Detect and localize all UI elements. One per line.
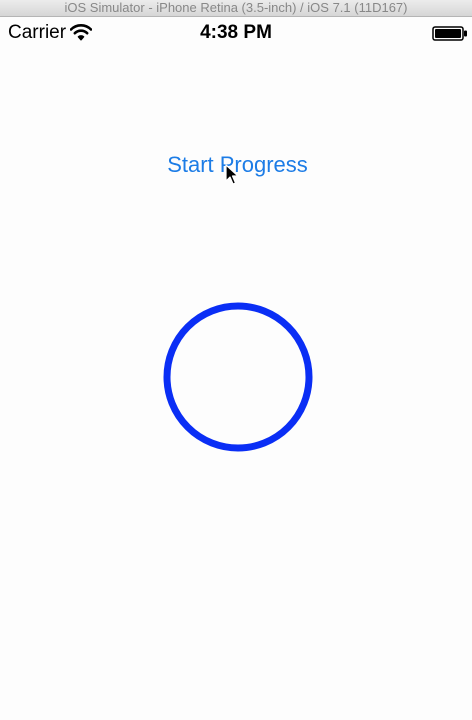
- status-time: 4:38 PM: [200, 22, 272, 43]
- progress-ring: [163, 302, 313, 452]
- battery-icon: [432, 26, 467, 41]
- window-title: iOS Simulator - iPhone Retina (3.5-inch)…: [0, 0, 472, 17]
- status-bar: Carrier 4:38 PM: [0, 17, 472, 49]
- progress-ring-track: [163, 302, 313, 452]
- mouse-cursor-icon: [225, 164, 239, 185]
- simulator-screen: iOS Simulator - iPhone Retina (3.5-inch)…: [0, 0, 472, 720]
